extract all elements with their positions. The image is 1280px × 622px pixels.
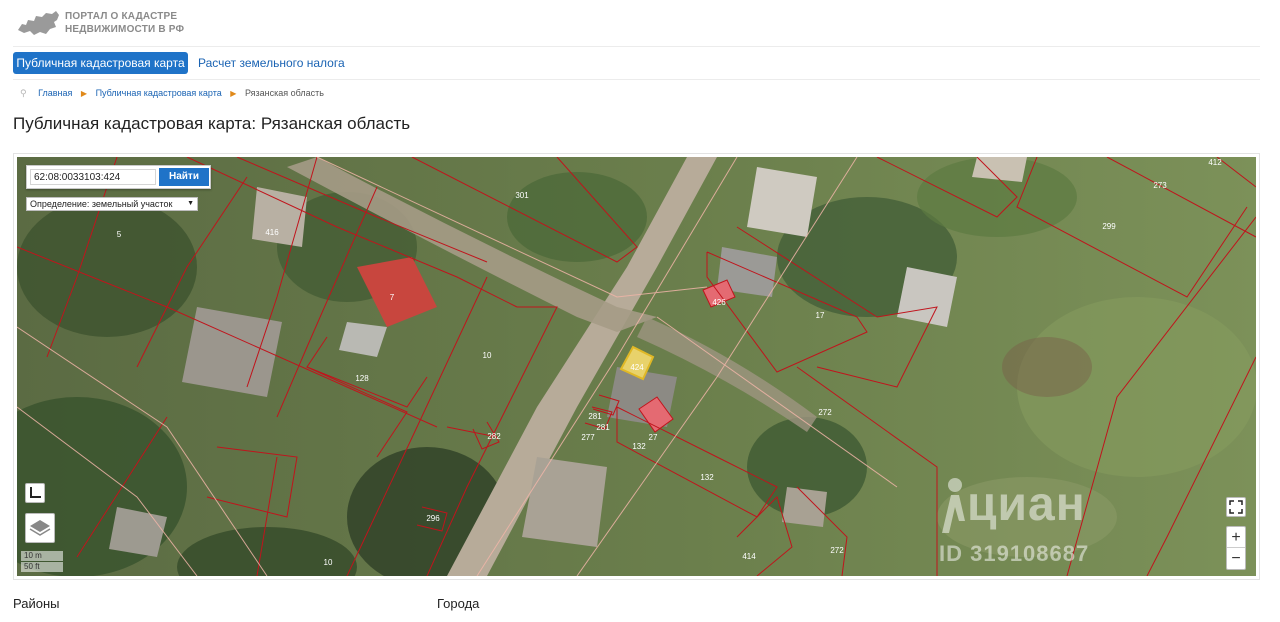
parcel-label: 416 [265,228,279,237]
fullscreen-button[interactable] [1226,497,1246,517]
cities-heading: Города [437,596,480,611]
zoom-out-button[interactable]: − [1227,548,1245,569]
parcel-label: 132 [632,442,646,451]
page-title: Публичная кадастровая карта: Рязанская о… [13,114,411,133]
parcel-label: 414 [742,552,756,561]
parcel-label: 299 [1102,222,1116,231]
breadcrumb: ⚲ Главная ▶ Публичная кадастровая карта … [20,86,324,100]
parcel-label: 132 [700,473,714,482]
layers-button[interactable] [25,513,55,543]
parcel-label: 282 [487,432,501,441]
site-header: ПОРТАЛ О КАДАСТРЕ НЕДВИЖИМОСТИ В РФ [0,0,1280,46]
site-logo-text[interactable]: ПОРТАЛ О КАДАСТРЕ НЕДВИЖИМОСТИ В РФ [65,10,184,36]
layers-icon [29,520,51,536]
tab-public-cadastral-map[interactable]: Публичная кадастровая карта [13,52,188,74]
watermark-text: циан [967,478,1086,531]
parcel-label: 296 [426,514,440,523]
russia-map-logo-icon[interactable] [16,8,60,38]
parcel-label: 10 [483,351,492,360]
divider [13,46,1260,47]
parcel-label: 27 [649,433,658,442]
cadastral-number-input[interactable] [30,169,156,185]
parcel-label: 17 [816,311,825,320]
parcel-label: 7 [390,293,395,302]
parcel-label: 426 [712,298,726,307]
measure-ruler-button[interactable] [25,483,45,503]
map-frame: 301 416 5 7 10 128 282 281 281 277 132 1… [13,153,1260,580]
breadcrumb-home[interactable]: Главная [38,88,72,98]
definition-select-label: Определение: земельный участок [30,199,173,209]
ruler-icon [30,487,41,498]
chevron-right-icon: ▶ [80,89,88,98]
parcel-label: 272 [818,408,832,417]
tab-land-tax-calculation[interactable]: Расчет земельного налога [198,52,345,74]
breadcrumb-current: Рязанская область [244,88,324,98]
parcel-label: 412 [1208,158,1222,167]
scale-meters: 10 m [21,551,63,561]
districts-heading: Районы [13,596,60,611]
zoom-control: + − [1226,526,1246,570]
parcel-label: 128 [355,374,369,383]
parcel-label: 277 [581,433,595,442]
divider [13,79,1260,80]
parcel-label: 10 [324,558,333,567]
map-scale: 10 m 50 ft [21,551,63,573]
fullscreen-icon [1229,500,1243,514]
location-pin-icon: ⚲ [20,88,27,98]
cadastral-map[interactable]: 301 416 5 7 10 128 282 281 281 277 132 1… [17,157,1256,576]
parcel-label: 301 [515,191,529,200]
parcel-label: 5 [117,230,122,239]
chevron-down-icon: ▼ [187,200,194,207]
cadastral-search-box: Найти [26,165,211,189]
parcel-label: 273 [1153,181,1167,190]
definition-select[interactable]: Определение: земельный участок ▼ [26,197,198,211]
find-button[interactable]: Найти [159,168,209,186]
parcel-label: 281 [596,423,610,432]
cian-logo-icon [942,478,965,533]
parcel-label: 281 [588,412,602,421]
chevron-right-icon: ▶ [230,89,237,98]
zoom-in-button[interactable]: + [1227,527,1245,548]
parcel-label: 424 [630,363,644,372]
breadcrumb-cadastral-map[interactable]: Публичная кадастровая карта [96,88,222,98]
scale-feet: 50 ft [21,562,63,572]
parcel-label: 272 [830,546,844,555]
watermark-id: ID 319108687 [939,541,1090,566]
